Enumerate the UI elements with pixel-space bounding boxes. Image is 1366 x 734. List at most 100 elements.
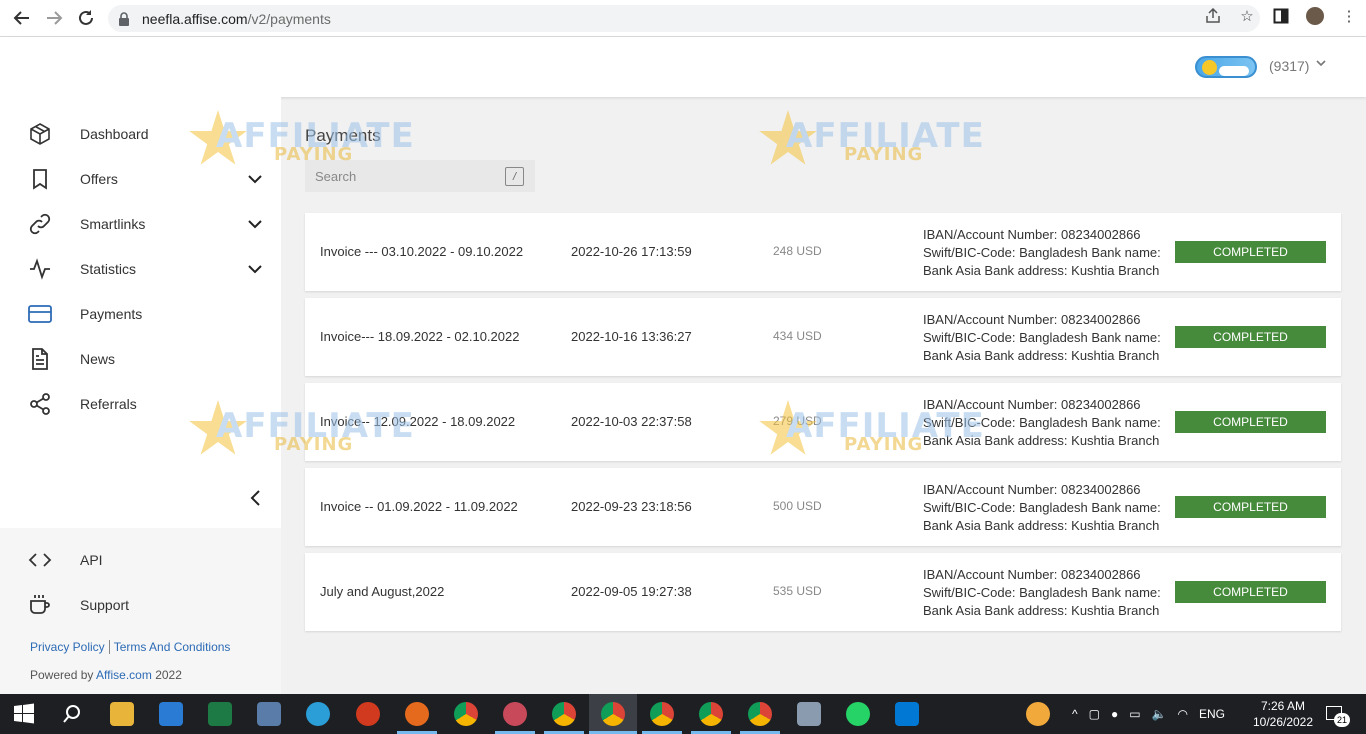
system-tray: ^ ▢ ● ▭ 🔈 ◠ ENG [1072,694,1225,734]
user-id[interactable]: (9317) [1269,58,1309,74]
sidebar: Dashboard Offers Smartlinks Statistics P… [0,97,281,694]
sidebar-item-smartlinks[interactable]: Smartlinks [0,204,281,244]
language-indicator[interactable]: ENG [1199,707,1225,721]
edge-icon[interactable] [306,702,330,726]
payment-details: IBAN/Account Number: 08234002866 Swift/B… [923,227,1161,278]
payment-name: Invoice-- 12.09.2022 - 18.09.2022 [320,414,516,429]
sidebar-item-news[interactable]: News [0,339,281,379]
wifi-icon[interactable]: ◠ [1178,707,1188,721]
bookmark-star-icon[interactable]: ☆ [1238,7,1256,25]
search-icon[interactable] [60,702,84,726]
app-icon[interactable] [503,702,527,726]
payment-date: 2022-09-05 19:27:38 [571,584,692,599]
app-tray-icon[interactable]: ● [1111,707,1118,721]
app-icon[interactable] [356,702,380,726]
firefox-icon[interactable] [405,702,429,726]
windows-taskbar: ^ ▢ ● ▭ 🔈 ◠ ENG 7:26 AM 10/26/2022 21 [0,694,1366,734]
sidebar-item-label: Referrals [80,396,137,412]
clock-date: 10/26/2022 [1252,715,1314,729]
document-icon [28,347,52,371]
menu-kebab-icon[interactable]: ⋮ [1340,7,1358,25]
payment-name: July and August,2022 [320,584,445,599]
sidebar-item-offers[interactable]: Offers [0,159,281,199]
powered-by-text: Powered by [30,668,94,682]
back-arrow-icon[interactable] [6,2,38,34]
chrome-icon[interactable] [748,702,772,726]
app-icon[interactable] [257,702,281,726]
credit-card-icon [28,302,52,326]
privacy-policy-link[interactable]: Privacy Policy [30,640,105,654]
theme-toggle[interactable] [1195,56,1257,78]
address-bar[interactable]: neefla.affise.com/v2/payments [108,5,1260,32]
collapse-sidebar-icon[interactable] [246,487,266,509]
payment-date: 2022-09-23 23:18:56 [571,499,692,514]
sidebar-item-referrals[interactable]: Referrals [0,384,281,424]
chevron-down-icon[interactable] [1315,57,1327,72]
search-input[interactable] [315,166,495,186]
chrome-icon[interactable] [699,702,723,726]
sidebar-item-label: Dashboard [80,126,149,142]
clock[interactable]: 7:26 AM 10/26/2022 [1252,698,1314,730]
status-badge: COMPLETED [1175,326,1326,348]
clock-time: 7:26 AM [1260,699,1306,713]
chevron-down-icon[interactable] [245,259,265,279]
status-badge: COMPLETED [1175,411,1326,433]
forward-arrow-icon[interactable] [38,2,70,34]
payment-amount: 535 USD [773,584,822,598]
chrome-icon[interactable] [650,702,674,726]
sidebar-item-api[interactable]: API [0,540,281,580]
status-badge: COMPLETED [1175,496,1326,518]
sidebar-item-label: Statistics [80,261,137,277]
browser-toolbar: neefla.affise.com/v2/payments ☆ ⋮ [0,0,1366,37]
app-icon[interactable] [797,702,821,726]
status-badge: COMPLETED [1175,241,1326,263]
payment-row[interactable]: Invoice-- 12.09.2022 - 18.09.2022 2022-1… [305,383,1341,461]
mail-icon[interactable] [159,702,183,726]
profile-avatar[interactable] [1306,7,1324,25]
share-icon[interactable] [1204,7,1222,25]
file-explorer-icon[interactable] [110,702,134,726]
reload-icon[interactable] [70,2,102,34]
chevron-down-icon[interactable] [245,214,265,234]
payment-details: IBAN/Account Number: 08234002866 Swift/B… [923,312,1161,363]
search-field[interactable]: / [305,160,535,192]
sidebar-footer: API Support Privacy Policy Terms And Con… [0,528,281,694]
sidebar-item-payments[interactable]: Payments [0,294,281,334]
skype-icon[interactable] [895,702,919,726]
windows-start-icon[interactable] [12,702,36,726]
lock-icon [118,11,132,26]
excel-icon[interactable] [208,702,232,726]
payment-amount: 279 USD [773,414,822,428]
payment-details: IBAN/Account Number: 08234002866 Swift/B… [923,567,1161,618]
payment-date: 2022-10-26 17:13:59 [571,244,692,259]
chrome-icon[interactable] [601,702,625,726]
sidebar-item-label: Payments [80,306,143,322]
affise-link[interactable]: Affise.com [96,668,152,682]
powered-by: Powered by Affise.com 2022 [30,668,182,682]
link-icon [28,212,52,236]
sidebar-item-support[interactable]: Support [0,585,281,625]
share-icon [28,392,52,416]
whatsapp-icon[interactable] [846,702,870,726]
payment-name: Invoice -- 01.09.2022 - 11.09.2022 [320,499,518,514]
battery-icon[interactable]: ▭ [1129,707,1140,721]
volume-icon[interactable]: 🔈 [1152,707,1167,721]
sidebar-item-label: News [80,351,116,367]
terms-link[interactable]: Terms And Conditions [114,640,231,654]
weather-icon[interactable] [1026,702,1050,726]
chevron-down-icon[interactable] [245,169,265,189]
sidebar-panel-icon[interactable] [1272,7,1290,25]
chrome-icon[interactable] [552,702,576,726]
sidebar-item-statistics[interactable]: Statistics [0,249,281,289]
chevron-up-icon[interactable]: ^ [1072,707,1078,721]
payment-row[interactable]: Invoice -- 01.09.2022 - 11.09.2022 2022-… [305,468,1341,546]
payment-date: 2022-10-03 22:37:58 [571,414,692,429]
watermark-logo: AFFILIATE PAYING [758,110,984,180]
payment-row[interactable]: Invoice --- 03.10.2022 - 09.10.2022 2022… [305,213,1341,291]
sidebar-item-dashboard[interactable]: Dashboard [0,114,281,154]
chrome-icon[interactable] [454,702,478,726]
payment-row[interactable]: Invoice--- 18.09.2022 - 02.10.2022 2022-… [305,298,1341,376]
payment-name: Invoice --- 03.10.2022 - 09.10.2022 [320,244,524,259]
payment-row[interactable]: July and August,2022 2022-09-05 19:27:38… [305,553,1341,631]
device-icon[interactable]: ▢ [1089,707,1100,721]
